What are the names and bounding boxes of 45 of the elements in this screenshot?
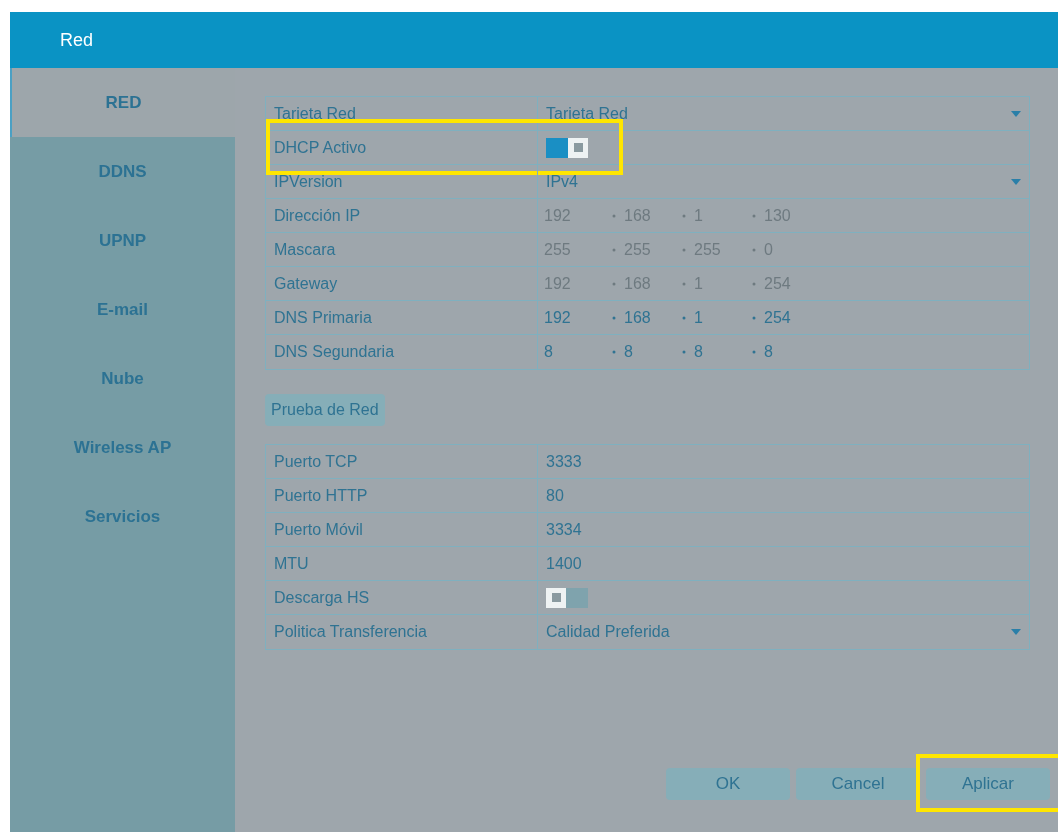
field-label: Puerto TCP bbox=[274, 451, 358, 472]
field-value[interactable]: 3334 bbox=[546, 517, 582, 542]
sidebar-item[interactable]: E-mail bbox=[10, 275, 235, 344]
dot-separator-icon bbox=[752, 350, 756, 354]
field-label: DHCP Activo bbox=[274, 137, 367, 158]
sidebar-item[interactable]: UPNP bbox=[10, 206, 235, 275]
dropdown[interactable]: Tarjeta Red bbox=[538, 97, 1029, 130]
dot-separator-icon bbox=[612, 315, 616, 320]
field-label: Tarjeta Red bbox=[274, 103, 356, 124]
field-label: Mascara bbox=[274, 239, 336, 260]
field-label: Puerto HTTP bbox=[274, 485, 368, 506]
ip-field[interactable]: 8 8 8 8 bbox=[538, 335, 1029, 369]
dropdown[interactable]: Calidad Preferida bbox=[538, 615, 1029, 649]
sidebar-item[interactable]: DDNS bbox=[10, 137, 235, 206]
sidebar-item[interactable]: RED bbox=[10, 68, 235, 137]
field-label: DNS Segundaria bbox=[274, 342, 395, 362]
dropdown[interactable]: IPv4 bbox=[538, 165, 1029, 198]
dialog-button[interactable]: Aplicar bbox=[926, 768, 1050, 800]
sidebar-item[interactable]: Nube bbox=[10, 344, 235, 413]
field-label: Politica Transferencia bbox=[274, 622, 427, 642]
field-label: DNS Primaria bbox=[274, 307, 372, 328]
dot-separator-icon bbox=[682, 315, 686, 320]
toggle-switch[interactable] bbox=[546, 587, 588, 608]
dot-separator-icon bbox=[752, 315, 756, 320]
field-value[interactable]: 3333 bbox=[546, 449, 582, 474]
toggle-switch[interactable] bbox=[546, 137, 588, 158]
dialog-button[interactable]: OK bbox=[666, 768, 790, 800]
ip-field[interactable]: 192 168 1 254 bbox=[538, 301, 1029, 334]
test-network-button[interactable]: Prueba de Red bbox=[265, 394, 385, 426]
field-value[interactable]: 1400 bbox=[546, 551, 582, 576]
field-label: Gateway bbox=[274, 273, 338, 294]
field-label: Dirección IP bbox=[274, 205, 361, 226]
field-value[interactable]: 80 bbox=[546, 483, 564, 508]
dropdown-arrow-icon bbox=[1011, 110, 1021, 117]
dot-separator-icon bbox=[612, 350, 616, 354]
dropdown-arrow-icon bbox=[1011, 629, 1021, 635]
field-label: Puerto Móvil bbox=[274, 519, 363, 540]
field-label: MTU bbox=[274, 553, 309, 574]
field-label: IPVersion bbox=[274, 171, 343, 192]
sidebar-item[interactable]: Servicios bbox=[10, 482, 235, 551]
dropdown-arrow-icon bbox=[1011, 178, 1021, 185]
sidebar-item[interactable]: Wireless AP bbox=[10, 413, 235, 482]
dot-separator-icon bbox=[682, 350, 686, 354]
field-label: Descarga HS bbox=[274, 587, 370, 608]
window-title: Red bbox=[60, 28, 94, 52]
